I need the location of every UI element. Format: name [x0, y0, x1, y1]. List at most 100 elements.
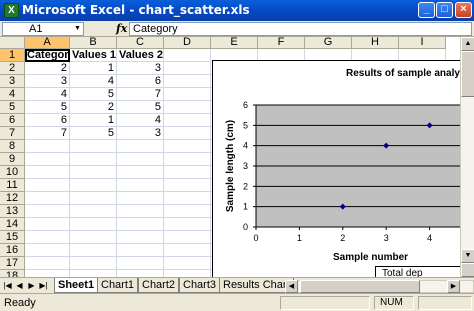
- cell-d1[interactable]: [164, 49, 211, 62]
- cell-b10[interactable]: [70, 166, 117, 179]
- cell-a17[interactable]: [25, 257, 70, 270]
- cell-b4[interactable]: 5: [70, 88, 117, 101]
- cell-c9[interactable]: [117, 153, 164, 166]
- tab-sheet1[interactable]: Sheet1: [54, 278, 99, 293]
- row-header-18[interactable]: 18: [0, 270, 25, 277]
- cell-a4[interactable]: 4: [25, 88, 70, 101]
- cell-d8[interactable]: [164, 140, 211, 153]
- row-header-10[interactable]: 10: [0, 166, 25, 179]
- cell-a10[interactable]: [25, 166, 70, 179]
- cell-b16[interactable]: [70, 244, 117, 257]
- cell-a6[interactable]: 6: [25, 114, 70, 127]
- tab-chart2[interactable]: Chart2: [138, 278, 180, 293]
- row-header-17[interactable]: 17: [0, 257, 25, 270]
- row-header-1[interactable]: 1: [0, 49, 25, 62]
- cell-b12[interactable]: [70, 192, 117, 205]
- cell-a1[interactable]: Category: [25, 49, 70, 62]
- cell-c1[interactable]: Values 2: [117, 49, 164, 62]
- column-header-h[interactable]: H: [352, 37, 399, 49]
- vertical-scroll-thumb[interactable]: [461, 51, 474, 97]
- column-header-f[interactable]: F: [258, 37, 305, 49]
- horizontal-scrollbar[interactable]: ◀ ▶: [285, 280, 474, 293]
- cell-a12[interactable]: [25, 192, 70, 205]
- horizontal-scroll-thumb[interactable]: [300, 280, 420, 293]
- cell-b8[interactable]: [70, 140, 117, 153]
- vertical-scrollbar[interactable]: ▲ ▼: [460, 37, 474, 277]
- cell-c3[interactable]: 6: [117, 75, 164, 88]
- row-header-11[interactable]: 11: [0, 179, 25, 192]
- cell-a15[interactable]: [25, 231, 70, 244]
- cell-b5[interactable]: 2: [70, 101, 117, 114]
- maximize-button[interactable]: □: [436, 2, 453, 18]
- column-header-e[interactable]: E: [211, 37, 258, 49]
- cell-c8[interactable]: [117, 140, 164, 153]
- close-button[interactable]: ×: [455, 2, 472, 18]
- cell-d11[interactable]: [164, 179, 211, 192]
- cell-a7[interactable]: 7: [25, 127, 70, 140]
- insert-function-icon[interactable]: fx: [116, 22, 127, 35]
- cell-a2[interactable]: 2: [25, 62, 70, 75]
- cell-c6[interactable]: 4: [117, 114, 164, 127]
- row-header-13[interactable]: 13: [0, 205, 25, 218]
- cell-d6[interactable]: [164, 114, 211, 127]
- cell-d15[interactable]: [164, 231, 211, 244]
- cell-c12[interactable]: [117, 192, 164, 205]
- row-header-14[interactable]: 14: [0, 218, 25, 231]
- cell-d17[interactable]: [164, 257, 211, 270]
- cell-d18[interactable]: [164, 270, 211, 277]
- cell-d5[interactable]: [164, 101, 211, 114]
- row-header-2[interactable]: 2: [0, 62, 25, 75]
- select-all-corner[interactable]: [0, 37, 25, 49]
- cell-d3[interactable]: [164, 75, 211, 88]
- cell-a13[interactable]: [25, 205, 70, 218]
- tab-chart3[interactable]: Chart3: [179, 278, 221, 293]
- cell-b17[interactable]: [70, 257, 117, 270]
- cell-d7[interactable]: [164, 127, 211, 140]
- cell-d16[interactable]: [164, 244, 211, 257]
- row-header-6[interactable]: 6: [0, 114, 25, 127]
- row-header-12[interactable]: 12: [0, 192, 25, 205]
- formula-input[interactable]: Category: [129, 22, 472, 36]
- column-header-b[interactable]: B: [70, 37, 117, 49]
- cell-b9[interactable]: [70, 153, 117, 166]
- scroll-left-icon[interactable]: ◀: [285, 280, 298, 293]
- tab-chart1[interactable]: Chart1: [97, 278, 139, 293]
- cell-c18[interactable]: [117, 270, 164, 277]
- row-header-8[interactable]: 8: [0, 140, 25, 153]
- cell-a3[interactable]: 3: [25, 75, 70, 88]
- cell-a16[interactable]: [25, 244, 70, 257]
- cell-d2[interactable]: [164, 62, 211, 75]
- cell-a8[interactable]: [25, 140, 70, 153]
- minimize-button[interactable]: _: [418, 2, 435, 18]
- cell-a5[interactable]: 5: [25, 101, 70, 114]
- column-header-c[interactable]: C: [117, 37, 164, 49]
- row-header-15[interactable]: 15: [0, 231, 25, 244]
- row-header-16[interactable]: 16: [0, 244, 25, 257]
- cell-c2[interactable]: 3: [117, 62, 164, 75]
- column-header-a[interactable]: A: [25, 37, 70, 49]
- cell-b7[interactable]: 5: [70, 127, 117, 140]
- cell-b13[interactable]: [70, 205, 117, 218]
- tab-results-chart[interactable]: Results Chart: [219, 278, 294, 293]
- cell-c13[interactable]: [117, 205, 164, 218]
- cell-c11[interactable]: [117, 179, 164, 192]
- column-header-i[interactable]: I: [399, 37, 446, 49]
- scroll-up-icon[interactable]: ▲: [461, 37, 474, 51]
- cell-d9[interactable]: [164, 153, 211, 166]
- cell-c10[interactable]: [117, 166, 164, 179]
- prev-sheet-icon[interactable]: ◀: [14, 280, 25, 292]
- cell-b11[interactable]: [70, 179, 117, 192]
- cell-c5[interactable]: 5: [117, 101, 164, 114]
- cell-d14[interactable]: [164, 218, 211, 231]
- name-box-dropdown-icon[interactable]: ▼: [72, 23, 83, 35]
- cell-a14[interactable]: [25, 218, 70, 231]
- worksheet-grid[interactable]: Category Values 1 Values 22133464575256147…: [0, 37, 460, 277]
- scroll-right-icon[interactable]: ▶: [447, 280, 460, 293]
- cell-c7[interactable]: 3: [117, 127, 164, 140]
- split-box-icon[interactable]: [461, 263, 474, 277]
- row-header-7[interactable]: 7: [0, 127, 25, 140]
- cell-c17[interactable]: [117, 257, 164, 270]
- cell-c16[interactable]: [117, 244, 164, 257]
- excel-app-icon[interactable]: X: [4, 3, 19, 18]
- cell-d4[interactable]: [164, 88, 211, 101]
